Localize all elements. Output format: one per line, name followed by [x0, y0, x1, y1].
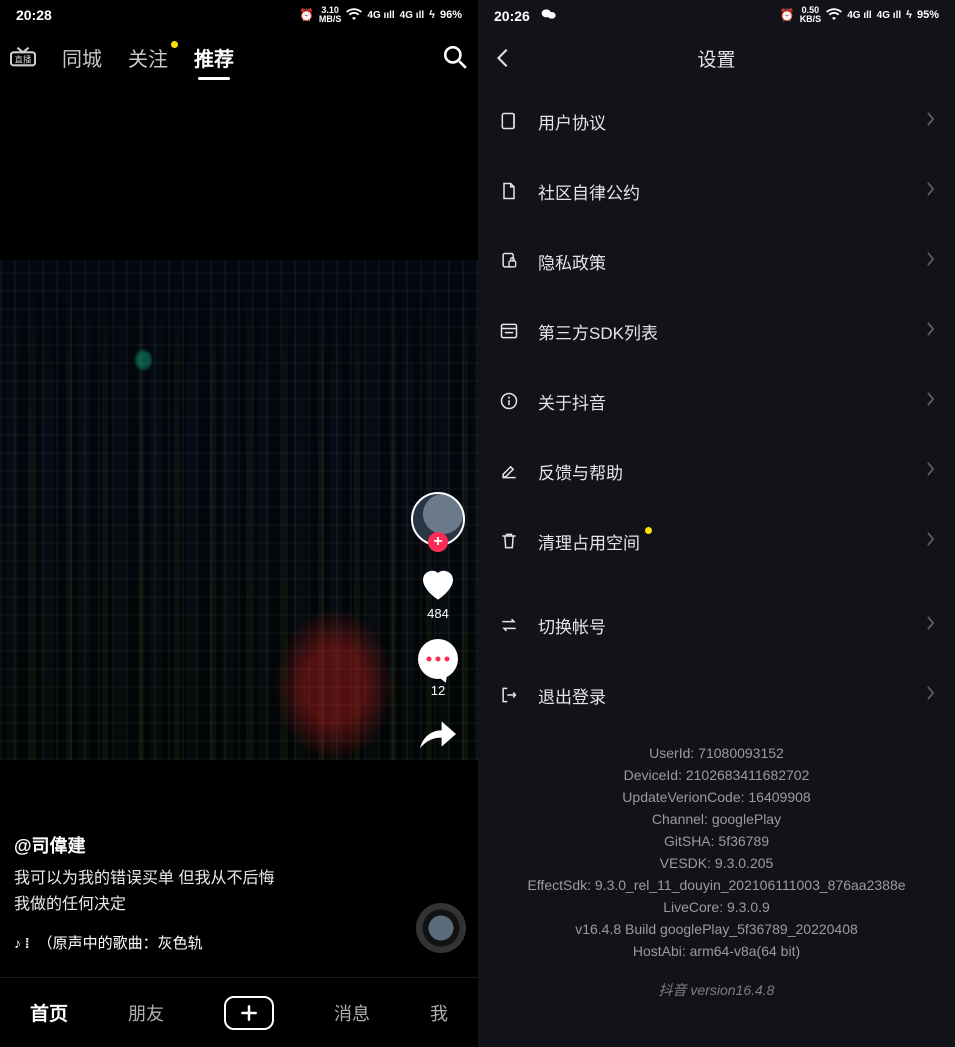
row-about[interactable]: 关于抖音: [498, 366, 935, 436]
status-bar: 20:26 0.50KB/S 4G ıll 4G ıll ϟ 95%: [478, 0, 955, 30]
back-button[interactable]: [492, 47, 514, 69]
signal-4g-icon: 4G ıll: [877, 10, 901, 21]
row-feedback[interactable]: 反馈与帮助: [498, 436, 935, 506]
bottom-nav: 首页 朋友 消息 我: [0, 977, 478, 1047]
follow-plus-icon[interactable]: +: [428, 532, 448, 552]
document-icon: [498, 180, 520, 202]
charging-icon: ϟ: [429, 9, 435, 21]
chevron-right-icon: [926, 531, 935, 551]
settings-list: 用户协议 社区自律公约 隐私政策 第三方SDK列表 关于抖音 反馈与帮助: [478, 86, 955, 730]
status-right: 3.10MB/S 4G ııll 4G ıll ϟ 96%: [299, 6, 462, 24]
edit-icon: [498, 460, 520, 482]
logout-icon: [498, 684, 520, 706]
book-icon: [498, 110, 520, 132]
list-icon: [498, 320, 520, 342]
signal-4g-icon: 4G ıll: [847, 10, 871, 21]
chevron-right-icon: [926, 391, 935, 411]
info-icon: [498, 390, 520, 412]
charging-icon: ϟ: [906, 9, 912, 21]
plus-icon: [239, 1003, 259, 1023]
row-switch-account[interactable]: 切换帐号: [498, 590, 935, 660]
lock-doc-icon: [498, 250, 520, 272]
like-count: 484: [427, 606, 449, 621]
status-bar: 20:28 3.10MB/S 4G ııll 4G ıll ϟ 96%: [0, 0, 478, 30]
author-avatar[interactable]: +: [411, 492, 465, 546]
nav-home[interactable]: 首页: [30, 999, 68, 1026]
wifi-icon: [346, 8, 362, 23]
share-icon: [416, 716, 460, 752]
tab-city[interactable]: 同城: [62, 43, 102, 72]
row-community-guidelines[interactable]: 社区自律公约: [498, 156, 935, 226]
chevron-right-icon: [926, 685, 935, 705]
chevron-right-icon: [926, 181, 935, 201]
chevron-right-icon: [926, 321, 935, 341]
chevron-right-icon: [926, 251, 935, 271]
battery-text: 95%: [917, 9, 939, 21]
page-title: 设置: [697, 45, 735, 72]
heart-icon: [418, 564, 458, 602]
trash-icon: [498, 530, 520, 552]
chevron-right-icon: [926, 111, 935, 131]
music-title: （原声中的歌曲：灰色轨: [38, 932, 203, 953]
video-caption[interactable]: 我可以为我的错误买单 但我从不后悔 我做的任何决定: [14, 866, 398, 918]
row-clear-cache[interactable]: 清理占用空间: [498, 506, 935, 576]
tab-recommend[interactable]: 推荐: [194, 43, 234, 72]
notification-dot: [645, 527, 652, 534]
signal-4g-icon: 4G ıll: [400, 10, 424, 21]
alarm-icon: [780, 8, 795, 22]
debug-info: UserId: 71080093152 DeviceId: 2102683411…: [478, 742, 955, 962]
wifi-icon: [826, 8, 842, 23]
chevron-right-icon: [926, 461, 935, 481]
signal-4g-icon: 4G ııll: [367, 10, 394, 21]
page-header: 设置: [478, 30, 955, 86]
comment-icon: [418, 639, 458, 679]
tab-follow[interactable]: 关注: [128, 43, 168, 72]
comment-count: 12: [431, 683, 445, 698]
like-button[interactable]: 484: [418, 564, 458, 621]
video-content[interactable]: [0, 260, 478, 760]
row-user-agreement[interactable]: 用户协议: [498, 86, 935, 156]
status-time: 20:28: [16, 7, 52, 23]
notification-dot: [171, 41, 178, 48]
version-text: 抖音 version16.4.8: [478, 980, 955, 1000]
wechat-icon: [541, 7, 557, 21]
settings-screen: 20:26 0.50KB/S 4G ıll 4G ıll ϟ 95% 设置 用户…: [478, 0, 955, 1047]
row-logout[interactable]: 退出登录: [498, 660, 935, 730]
row-third-party-sdk[interactable]: 第三方SDK列表: [498, 296, 935, 366]
status-time: 20:26: [494, 7, 557, 24]
author-name[interactable]: @司偉建: [14, 832, 398, 858]
nav-friends[interactable]: 朋友: [128, 1000, 164, 1026]
nav-me[interactable]: 我: [430, 1000, 448, 1026]
alarm-icon: [299, 8, 314, 22]
row-privacy-policy[interactable]: 隐私政策: [498, 226, 935, 296]
nav-messages[interactable]: 消息: [334, 1000, 370, 1026]
douyin-feed-screen: 20:28 3.10MB/S 4G ııll 4G ıll ϟ 96% 直播 同…: [0, 0, 478, 1047]
svg-text:直播: 直播: [15, 55, 32, 65]
nav-create-button[interactable]: [224, 996, 274, 1030]
video-info-overlay: @司偉建 我可以为我的错误买单 但我从不后悔 我做的任何决定 ♪ ⁞ （原声中的…: [14, 832, 398, 953]
battery-text: 96%: [440, 9, 462, 21]
comment-button[interactable]: 12: [418, 639, 458, 698]
chevron-right-icon: [926, 615, 935, 635]
top-tab-bar: 直播 同城 关注 推荐: [0, 30, 478, 84]
music-disc[interactable]: [416, 903, 466, 953]
switch-icon: [498, 614, 520, 636]
music-info[interactable]: ♪ ⁞ （原声中的歌曲：灰色轨: [14, 932, 398, 953]
share-button[interactable]: [416, 716, 460, 752]
side-action-bar: + 484 12: [410, 492, 466, 752]
music-note-icon: ♪ ⁞: [14, 935, 30, 951]
status-right: 0.50KB/S 4G ıll 4G ıll ϟ 95%: [780, 6, 939, 24]
search-icon[interactable]: [442, 44, 468, 70]
live-icon[interactable]: 直播: [10, 46, 36, 68]
